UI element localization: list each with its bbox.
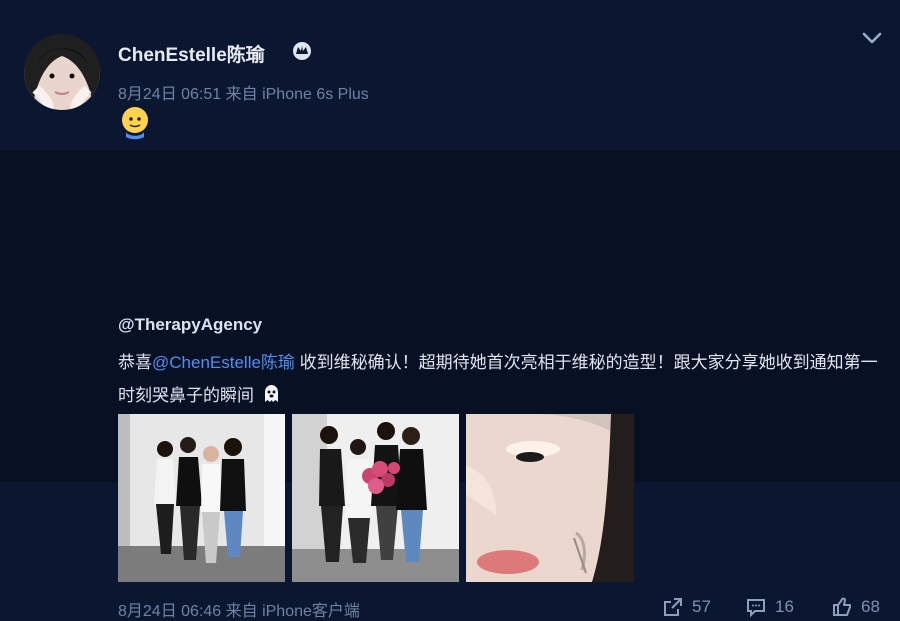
like-count: 68 xyxy=(861,597,880,616)
content-prefix: 恭喜 xyxy=(118,353,152,372)
chevron-down-icon[interactable] xyxy=(862,31,882,45)
comment-count: 16 xyxy=(775,597,794,616)
content-mention-link[interactable]: @ChenEstelle陈瑜 xyxy=(152,353,295,372)
repost-mention[interactable]: @TherapyAgency xyxy=(118,315,262,335)
portrait-photo[interactable] xyxy=(466,414,634,582)
post-meta: 8月24日 06:51 来自 iPhone 6s Plus xyxy=(118,86,369,103)
repost-content: 恭喜@ChenEstelle陈瑜 收到维秘确认！超期待她首次亮相于维秘的造型！跟… xyxy=(118,346,878,412)
ghost-icon xyxy=(264,385,278,402)
repost-card: @TherapyAgency 恭喜@ChenEstelle陈瑜 收到维秘确认！超… xyxy=(0,150,900,620)
repost-meta: 8月24日 06:46 来自 iPhone客户端 xyxy=(118,603,360,620)
share-count: 57 xyxy=(692,597,711,616)
thumbs-up-icon xyxy=(833,597,851,616)
avatar[interactable] xyxy=(24,34,100,110)
crown-icon xyxy=(293,42,311,60)
comment-icon xyxy=(747,599,765,618)
like-button[interactable]: 68 xyxy=(831,596,880,618)
comment-button[interactable]: 16 xyxy=(745,596,794,618)
smile-face-icon xyxy=(122,107,148,140)
share-button[interactable]: 57 xyxy=(662,596,711,618)
original-post: ChenEstelle陈瑜 8月24日 06:51 来自 iPhone 6s P… xyxy=(0,0,900,150)
author-name[interactable]: ChenEstelle陈瑜 xyxy=(118,40,265,67)
share-icon xyxy=(664,598,682,616)
photo-group-2[interactable] xyxy=(292,414,459,582)
photo-group-1[interactable] xyxy=(118,414,285,582)
